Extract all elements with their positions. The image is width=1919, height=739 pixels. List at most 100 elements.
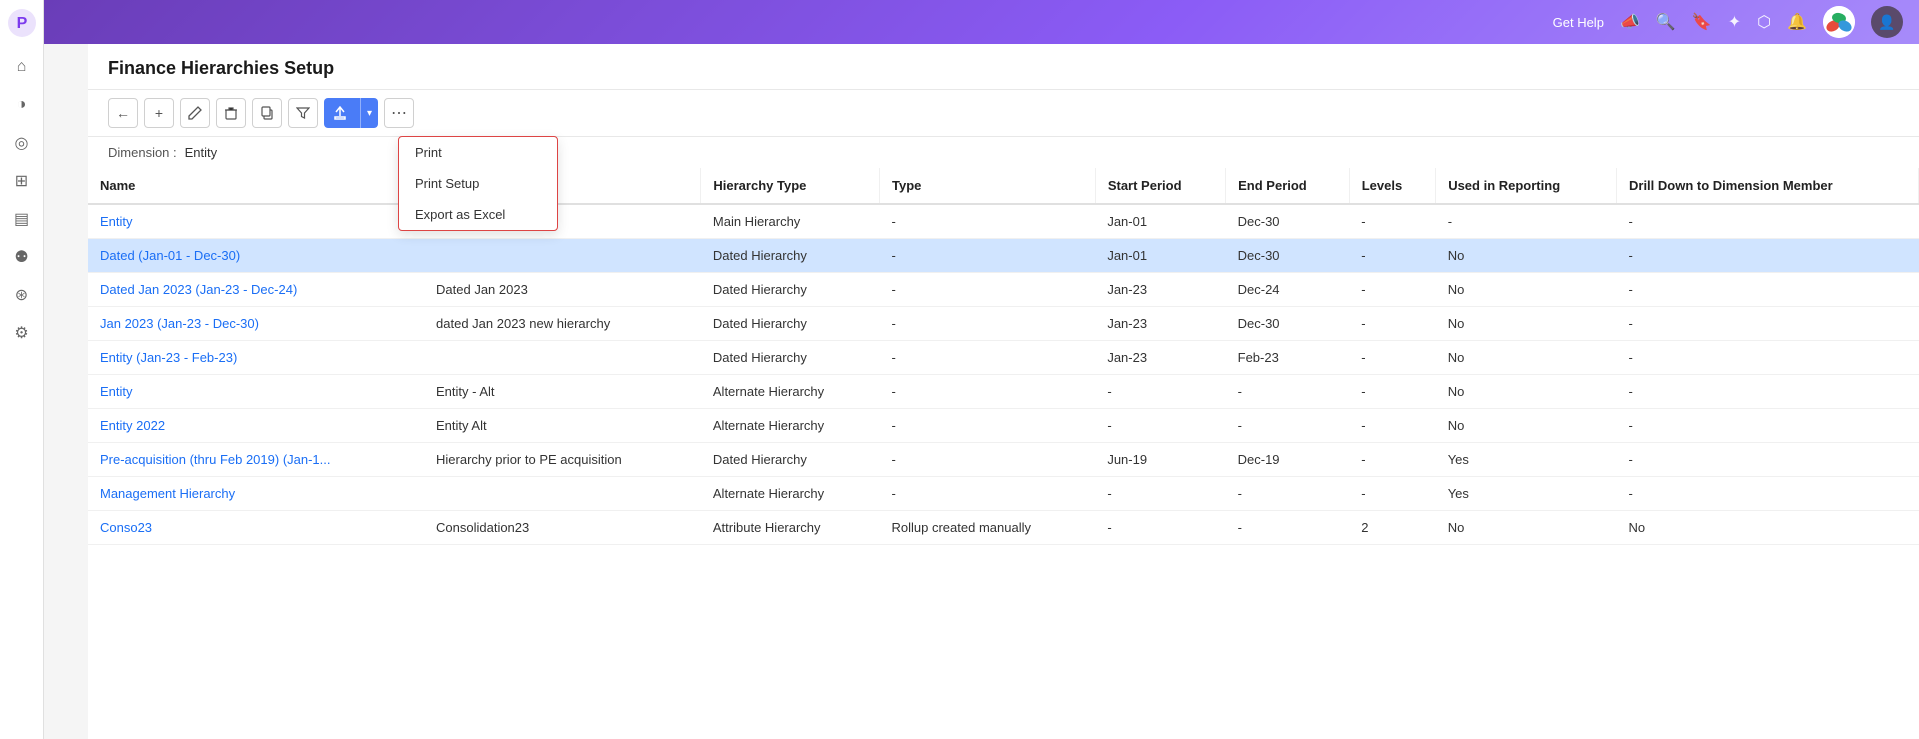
table-cell xyxy=(424,477,701,511)
table-row[interactable]: Jan 2023 (Jan-23 - Dec-30)dated Jan 2023… xyxy=(88,307,1919,341)
table-cell: - xyxy=(1617,273,1919,307)
table-cell[interactable]: Jan 2023 (Jan-23 - Dec-30) xyxy=(88,307,424,341)
table-cell[interactable]: Dated (Jan-01 - Dec-30) xyxy=(88,239,424,273)
export-dropdown-arrow[interactable]: ▾ xyxy=(361,98,378,128)
table-cell: - xyxy=(1349,239,1435,273)
table-cell: - xyxy=(880,409,1096,443)
table-cell: Entity Alt xyxy=(424,409,701,443)
table-cell: Dec-30 xyxy=(1226,307,1350,341)
table-row[interactable]: Dated (Jan-01 - Dec-30)Dated Hierarchy-J… xyxy=(88,239,1919,273)
col-drill-down: Drill Down to Dimension Member xyxy=(1617,168,1919,204)
sidebar-item-gift[interactable]: ⊛ xyxy=(5,278,39,312)
table-cell: - xyxy=(1617,409,1919,443)
table-cell: Dec-19 xyxy=(1226,443,1350,477)
cube-icon[interactable]: ⬡ xyxy=(1757,12,1771,32)
table-row[interactable]: Entity 2022Entity AltAlternate Hierarchy… xyxy=(88,409,1919,443)
table-cell[interactable]: Entity xyxy=(88,204,424,239)
bell-icon[interactable]: 🔔 xyxy=(1787,12,1807,32)
table-cell: - xyxy=(1617,375,1919,409)
table-cell[interactable]: Pre-acquisition (thru Feb 2019) (Jan-1..… xyxy=(88,443,424,477)
table-row[interactable]: Pre-acquisition (thru Feb 2019) (Jan-1..… xyxy=(88,443,1919,477)
table-cell: - xyxy=(1349,204,1435,239)
main-content: Finance Hierarchies Setup ← + ▾ ⋯ xyxy=(88,44,1919,739)
table-cell: - xyxy=(1617,477,1919,511)
get-help-link[interactable]: Get Help xyxy=(1553,15,1604,30)
hierarchy-table: Name Description Hierarchy Type Type Sta… xyxy=(88,168,1919,545)
sidebar-item-target[interactable]: ◎ xyxy=(5,126,39,160)
table-cell: Dated Hierarchy xyxy=(701,307,880,341)
table-cell: Yes xyxy=(1436,443,1617,477)
table-cell[interactable]: Management Hierarchy xyxy=(88,477,424,511)
table-cell: No xyxy=(1436,511,1617,545)
print-menu-item[interactable]: Print xyxy=(399,137,557,168)
table-cell: - xyxy=(880,375,1096,409)
app-logo[interactable]: P xyxy=(7,8,37,38)
table-cell: Alternate Hierarchy xyxy=(701,375,880,409)
sidebar-item-settings[interactable]: ⚙ xyxy=(5,316,39,350)
table-cell: - xyxy=(1617,443,1919,477)
table-cell: - xyxy=(1349,443,1435,477)
sidebar-item-activity[interactable]: ◑ xyxy=(5,88,39,122)
table-cell: - xyxy=(1095,511,1225,545)
table-cell: Dated Hierarchy xyxy=(701,443,880,477)
table-row[interactable]: Management HierarchyAlternate Hierarchy-… xyxy=(88,477,1919,511)
table-cell: - xyxy=(1226,409,1350,443)
table-cell: Dated Hierarchy xyxy=(701,341,880,375)
table-cell: Consolidation23 xyxy=(424,511,701,545)
print-setup-menu-item[interactable]: Print Setup xyxy=(399,168,557,199)
table-row[interactable]: Conso23Consolidation23Attribute Hierarch… xyxy=(88,511,1919,545)
table-cell xyxy=(424,341,701,375)
table-cell xyxy=(424,239,701,273)
megaphone-icon[interactable]: 📣 xyxy=(1620,12,1640,32)
sidebar-item-layers[interactable]: ▤ xyxy=(5,202,39,236)
table-cell[interactable]: Conso23 xyxy=(88,511,424,545)
back-button[interactable]: ← xyxy=(108,98,138,128)
sidebar-item-grid[interactable]: ⊞ xyxy=(5,164,39,198)
more-options-button[interactable]: ⋯ xyxy=(384,98,414,128)
table-cell[interactable]: Entity (Jan-23 - Feb-23) xyxy=(88,341,424,375)
table-cell: Jan-23 xyxy=(1095,307,1225,341)
filter-value: Entity xyxy=(185,145,218,160)
export-main-button[interactable] xyxy=(324,98,360,128)
edit-button[interactable] xyxy=(180,98,210,128)
delete-button[interactable] xyxy=(216,98,246,128)
col-start-period: Start Period xyxy=(1095,168,1225,204)
filter-button[interactable] xyxy=(288,98,318,128)
col-hierarchy-type: Hierarchy Type xyxy=(701,168,880,204)
sidebar-item-user[interactable]: ⚉ xyxy=(5,240,39,274)
star-icon[interactable]: ✦ xyxy=(1728,12,1741,32)
table-cell: - xyxy=(1349,477,1435,511)
add-button[interactable]: + xyxy=(144,98,174,128)
col-levels: Levels xyxy=(1349,168,1435,204)
hierarchy-table-container[interactable]: Name Description Hierarchy Type Type Sta… xyxy=(88,168,1919,739)
table-cell: - xyxy=(880,239,1096,273)
table-cell: Dated Hierarchy xyxy=(701,273,880,307)
table-cell[interactable]: Dated Jan 2023 (Jan-23 - Dec-24) xyxy=(88,273,424,307)
sidebar-item-home[interactable]: ⌂ xyxy=(5,50,39,84)
table-cell: Entity - Alt xyxy=(424,375,701,409)
page-title: Finance Hierarchies Setup xyxy=(108,58,1899,79)
table-row[interactable]: EntityEntity - AltAlternate Hierarchy---… xyxy=(88,375,1919,409)
bookmark-icon[interactable]: 🔖 xyxy=(1692,12,1712,32)
table-cell: - xyxy=(1095,477,1225,511)
table-cell: Dated Hierarchy xyxy=(701,239,880,273)
table-row[interactable]: Entity (Jan-23 - Feb-23) Dated Hierarchy -… xyxy=(88,341,1919,375)
table-cell: - xyxy=(880,307,1096,341)
table-cell[interactable]: Entity 2022 xyxy=(88,409,424,443)
table-cell: Jan-01 xyxy=(1095,239,1225,273)
table-cell: - xyxy=(1617,341,1919,375)
avatar-logo[interactable] xyxy=(1823,6,1855,38)
col-name: Name xyxy=(88,168,424,204)
user-avatar-button[interactable]: 👤 xyxy=(1871,6,1903,38)
table-cell: - xyxy=(1226,375,1350,409)
table-row[interactable]: EntityMain Hierarchy-Jan-01Dec-30--- xyxy=(88,204,1919,239)
copy-button[interactable] xyxy=(252,98,282,128)
table-row[interactable]: Dated Jan 2023 (Jan-23 - Dec-24)Dated Ja… xyxy=(88,273,1919,307)
table-cell: Hierarchy prior to PE acquisition xyxy=(424,443,701,477)
table-cell: - xyxy=(880,273,1096,307)
table-cell: - xyxy=(1617,239,1919,273)
search-icon[interactable]: 🔍 xyxy=(1656,12,1676,32)
export-button-group[interactable]: ▾ xyxy=(324,98,378,128)
export-excel-menu-item[interactable]: Export as Excel xyxy=(399,199,557,230)
table-cell[interactable]: Entity xyxy=(88,375,424,409)
